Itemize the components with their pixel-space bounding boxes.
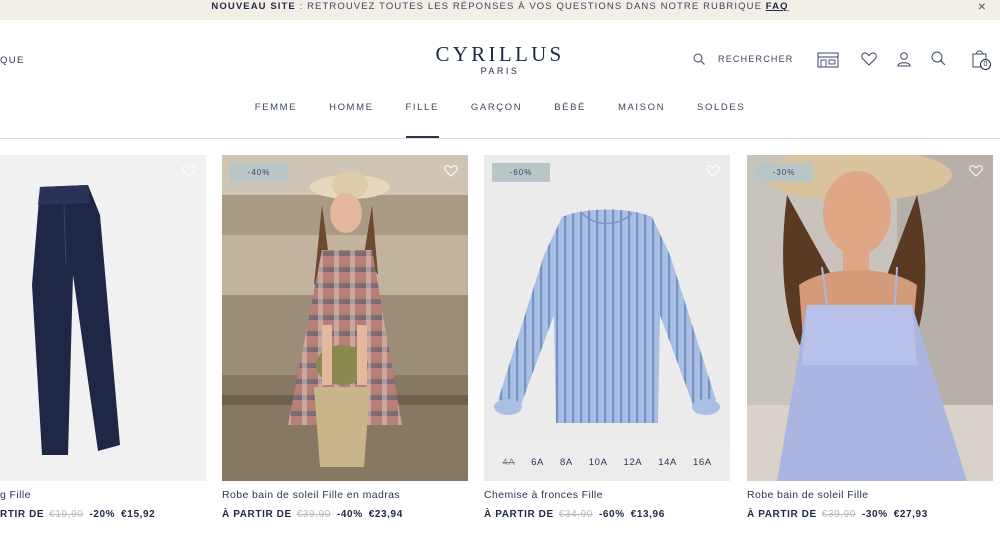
logo-brand: CYRILLUS [435, 42, 565, 66]
store-icon[interactable] [817, 52, 839, 68]
discount-badge: -30% [755, 163, 813, 182]
heart-icon[interactable] [182, 164, 196, 177]
product-image-jeans[interactable] [0, 155, 206, 481]
product-price: RTIR DE €19,90 -20% €15,92 [0, 509, 206, 520]
announcement-bold: NOUVEAU SITE [211, 1, 296, 12]
price-prefix: À PARTIR DE [222, 509, 292, 520]
faq-link[interactable]: FAQ [766, 1, 789, 12]
striped-shirt-illustration [484, 155, 730, 443]
search-button[interactable]: RECHERCHER [693, 53, 794, 65]
logo[interactable]: CYRILLUS PARIS [0, 42, 1000, 77]
logo-city: PARIS [480, 66, 520, 76]
discount-badge: -40% [230, 163, 288, 182]
product-name[interactable]: Robe bain de soleil Fille [747, 489, 993, 501]
product-name[interactable]: Robe bain de soleil Fille en madras [222, 489, 468, 501]
girl-sun-dress-photo [747, 155, 993, 481]
nav-item-maison[interactable]: MAISON [602, 102, 681, 138]
size-selector: 4A 6A 8A 10A 12A 14A 16A [484, 443, 730, 481]
product-name[interactable]: g Fille [0, 489, 206, 501]
discount-badge: -60% [492, 163, 550, 182]
size-option[interactable]: 8A [552, 457, 581, 468]
product-name[interactable]: Chemise à fronces Fille [484, 489, 730, 501]
sale-price: €23,94 [368, 509, 403, 520]
old-price: €34,90 [558, 509, 593, 520]
product-price: À PARTIR DE €34,90 -60% €13,96 [484, 509, 730, 520]
price-prefix: RTIR DE [0, 509, 45, 520]
nav-divider [0, 138, 1000, 139]
old-price: €39,90 [296, 509, 331, 520]
nav-item-homme[interactable]: HOMME [313, 102, 389, 138]
size-option[interactable]: 4A [494, 457, 523, 468]
old-price: €39,90 [821, 509, 856, 520]
nav-item-femme[interactable]: FEMME [239, 102, 313, 138]
size-option[interactable]: 6A [523, 457, 552, 468]
old-price: €19,90 [49, 509, 84, 520]
size-option[interactable]: 12A [616, 457, 651, 468]
nav-item-bebe[interactable]: BÉBÉ [538, 102, 602, 138]
girl-madras-dress-photo [222, 155, 468, 481]
product-image-madras-dress[interactable]: -40% [222, 155, 468, 481]
main-nav: FEMME HOMME FILLE GARÇON BÉBÉ MAISON SOL… [0, 102, 1000, 138]
sale-price: €13,96 [630, 509, 665, 520]
search-label: RECHERCHER [718, 54, 794, 64]
product-image-sun-dress[interactable]: -30% [747, 155, 993, 481]
size-option[interactable]: 16A [685, 457, 720, 468]
sale-price: €15,92 [121, 509, 156, 520]
product-image-shirt[interactable]: 4A 6A 8A 10A 12A 14A 16A -60% [484, 155, 730, 481]
product-price: À PARTIR DE €39,90 -40% €23,94 [222, 509, 468, 520]
discount-percent: -60% [598, 509, 625, 520]
product-price: À PARTIR DE €39,90 -30% €27,93 [747, 509, 993, 520]
price-prefix: À PARTIR DE [747, 509, 817, 520]
announcement-text: : RETROUVEZ TOUTES LES RÉPONSES À VOS QU… [295, 1, 766, 12]
nav-item-soldes[interactable]: SOLDES [681, 102, 761, 138]
price-prefix: À PARTIR DE [484, 509, 554, 520]
product-card[interactable]: g Fille RTIR DE €19,90 -20% €15,92 [0, 155, 206, 520]
size-option[interactable]: 14A [650, 457, 685, 468]
heart-icon[interactable] [969, 164, 983, 177]
discount-percent: -30% [861, 509, 888, 520]
heart-icon[interactable] [861, 51, 877, 66]
heart-icon[interactable] [444, 164, 458, 177]
jeans-illustration [0, 155, 206, 481]
close-icon[interactable]: × [978, 0, 987, 13]
search-icon [693, 53, 705, 65]
search-icon[interactable] [931, 51, 946, 66]
discount-percent: -40% [336, 509, 363, 520]
size-option[interactable]: 10A [581, 457, 616, 468]
heart-icon[interactable] [706, 164, 720, 177]
bag-count-badge: 0 [980, 59, 991, 70]
product-card[interactable]: -30% Robe bain de soleil Fille À PARTIR … [747, 155, 993, 520]
user-icon[interactable] [897, 51, 911, 67]
discount-percent: -20% [89, 509, 116, 520]
product-card[interactable]: 4A 6A 8A 10A 12A 14A 16A -60% Chemise à … [484, 155, 730, 520]
sale-price: €27,93 [893, 509, 928, 520]
announcement-bar: NOUVEAU SITE : RETROUVEZ TOUTES LES RÉPO… [0, 0, 1000, 20]
nav-item-fille[interactable]: FILLE [390, 102, 455, 138]
nav-item-garcon[interactable]: GARÇON [455, 102, 538, 138]
product-card[interactable]: -40% Robe bain de soleil Fille en madras… [222, 155, 468, 520]
